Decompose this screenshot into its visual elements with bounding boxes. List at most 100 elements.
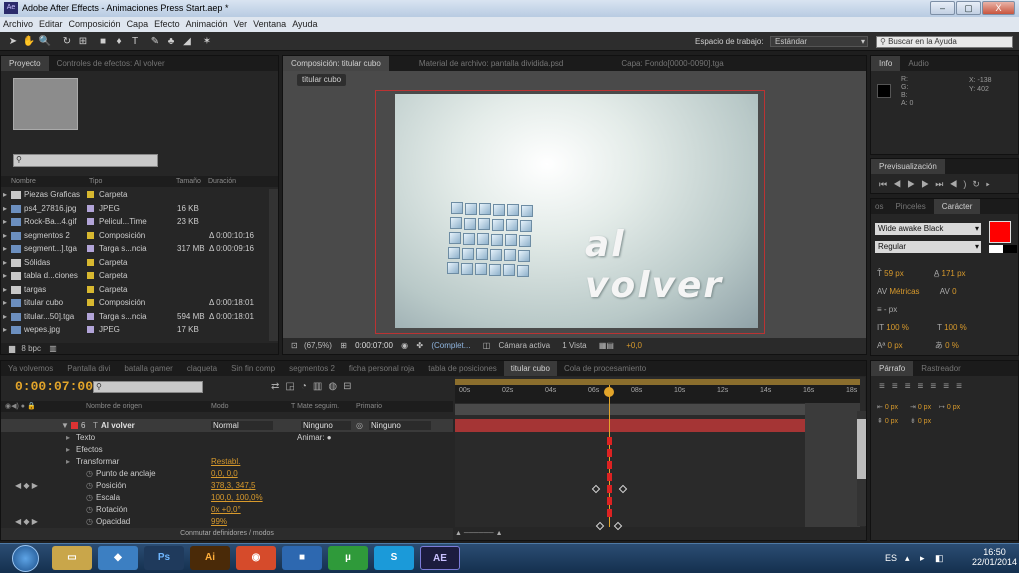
audio-icon[interactable]: ◀) (949, 179, 972, 189)
minimize-button[interactable]: – (930, 1, 955, 15)
expand-arrow-icon[interactable]: ▸ (3, 189, 7, 200)
project-item[interactable]: ▸ titular cubo Composición Δ 0:00:18:01 (1, 297, 269, 308)
property-row[interactable]: ◀ ◆ ▶ ◷ Posición 378,3, 347,5 (1, 480, 451, 492)
tab-material-pantalla-dividida[interactable]: Material de archivo: pantalla dividida.p… (389, 56, 572, 71)
explorer-taskbar-icon[interactable]: ▭ (52, 546, 92, 570)
property-row[interactable]: ◀ ◆ ▶ ◷ Opacidad 99% (1, 516, 451, 528)
project-item[interactable]: ▸ wepes.jpg JPEG 17 KB (1, 324, 269, 335)
timeline-graph[interactable]: 00s 02s 04s 06s 08s 10s 12s 14s 16s 18s (455, 377, 865, 531)
timeline-current-time[interactable]: 0:00:07:00 (15, 379, 93, 394)
trash-icon[interactable]: ▥ (43, 344, 57, 353)
project-scrollbar[interactable] (269, 189, 278, 341)
prev-frame-icon[interactable]: ◀ (893, 179, 907, 189)
align-left-icon[interactable]: ≡ (879, 381, 892, 392)
zoom-tool-icon[interactable]: 🔍 (38, 35, 52, 48)
baseline-value[interactable]: 0 px (888, 341, 903, 350)
menu-composicion[interactable]: Composición (66, 17, 124, 29)
animate-menu[interactable]: Animar: ● (297, 432, 332, 444)
label-color[interactable] (87, 312, 94, 320)
tracking-value[interactable]: 0 (952, 287, 956, 296)
expand-arrow-icon[interactable]: ▸ (3, 270, 7, 281)
label-color[interactable] (87, 204, 94, 212)
property-value[interactable]: Restabl. (211, 456, 240, 468)
col-tipo[interactable]: Tipo (89, 176, 102, 187)
menu-editar[interactable]: Editar (36, 17, 66, 29)
camera-select[interactable]: Cámara activa (492, 341, 550, 350)
tab-info[interactable]: Info (871, 56, 901, 71)
tab-capa-fondo[interactable]: Capa: Fondo[0000-0090].tga (571, 56, 731, 71)
tab-os[interactable]: os (871, 199, 887, 214)
first-line-value[interactable]: 0 px (947, 404, 960, 411)
media-taskbar-icon[interactable]: ◆ (98, 546, 138, 570)
tray-icons[interactable]: ▴ ▸ ◧ (905, 553, 948, 564)
timeline-tab[interactable]: ficha personal roja (342, 361, 421, 376)
last-frame-icon[interactable]: ⏭ (935, 179, 949, 189)
zoom-in-icon[interactable]: ▲ (496, 530, 503, 537)
project-item[interactable]: ▸ Sólidas Carpeta (1, 257, 269, 268)
menu-archivo[interactable]: Archivo (0, 17, 36, 29)
help-search-box[interactable]: ⚲ Buscar en la Ayuda (876, 36, 1013, 48)
menu-animacion[interactable]: Animación (183, 17, 231, 29)
eraser-tool-icon[interactable]: ◢ (180, 35, 194, 48)
tab-composicion-titular-cubo[interactable]: Composición: titular cubo (283, 56, 389, 71)
property-row[interactable]: ◷ Escala 100,0, 100,0% (1, 492, 451, 504)
opacity-keyframe-icon[interactable] (613, 521, 623, 531)
toggle-icon[interactable]: ⊡ (283, 341, 298, 350)
text-tool-icon[interactable]: T (128, 35, 142, 48)
justify-right-icon[interactable]: ≡ (943, 381, 956, 392)
grid-icon[interactable]: ⊞ (334, 341, 347, 350)
scroll-thumb[interactable] (857, 419, 866, 479)
timeline-zoom-slider[interactable]: ▲ ────── ▲ (455, 529, 575, 539)
col-mate[interactable]: T Mate seguim. (291, 401, 339, 412)
align-right-icon[interactable]: ≡ (905, 381, 918, 392)
layout-icon[interactable]: ▦▤ (589, 341, 614, 350)
resolution-select[interactable]: (Complet... (425, 341, 470, 350)
label-color[interactable] (87, 285, 94, 293)
font-family-select[interactable]: Wide awake Black ▾ (875, 223, 981, 235)
comp-mini-flowchart-icon[interactable]: ⇄ (271, 381, 285, 392)
project-item[interactable]: ▸ targas Carpeta (1, 284, 269, 295)
exposure-value[interactable]: +0,0 (616, 341, 642, 350)
timeline-search-input[interactable]: ⚲ (93, 381, 203, 393)
horizontal-scale-value[interactable]: 100 % (944, 323, 967, 332)
fill-color-swatch[interactable] (989, 221, 1011, 243)
project-item[interactable]: ▸ segmentos 2 Composición Δ 0:00:10:16 (1, 230, 269, 241)
label-color[interactable] (87, 326, 94, 333)
justify-left-icon[interactable]: ≡ (918, 381, 931, 392)
pickwhip-icon[interactable]: ◎ (356, 419, 363, 432)
expand-arrow-icon[interactable]: ▸ (3, 216, 7, 227)
expand-arrow-icon[interactable]: ▸ (3, 243, 7, 254)
tab-parrafo[interactable]: Párrafo (871, 361, 914, 376)
col-nombre-origen[interactable]: Nombre de origen (86, 401, 142, 412)
comp-subtab[interactable]: titular cubo (297, 74, 347, 86)
timeline-tab[interactable]: claqueta (180, 361, 224, 376)
project-item[interactable]: ▸ ps4_27816.jpg JPEG 16 KB (1, 203, 269, 214)
navigator-bar[interactable] (455, 404, 860, 415)
keyframe-nav-icon[interactable]: ◀ ◆ ▶ (15, 516, 38, 528)
project-search-input[interactable]: ⚲ (13, 154, 158, 167)
position-keyframe-icon[interactable] (591, 484, 601, 494)
timeline-tab[interactable]: Cola de procesamiento (557, 361, 653, 376)
layer-name[interactable]: Al volver (101, 419, 135, 432)
property-value[interactable]: 378,3, 347,5 (211, 480, 255, 492)
stopwatch-icon[interactable]: ◷ (86, 516, 93, 528)
roi-icon[interactable]: ◫ (473, 341, 491, 350)
timeline-tab[interactable]: tabla de posiciones (421, 361, 504, 376)
start-button-icon[interactable] (12, 545, 39, 572)
property-row[interactable]: ▸ Texto (1, 432, 451, 444)
expand-arrow-icon[interactable]: ▸ (66, 444, 70, 456)
menu-capa[interactable]: Capa (124, 17, 152, 29)
kerning-value[interactable]: Métricas (889, 287, 919, 296)
property-row[interactable]: ◷ Rotación 0x +0,0° (1, 504, 451, 516)
leading-value[interactable]: 171 px (942, 269, 966, 278)
label-color[interactable] (87, 272, 94, 279)
timeline-scrollbar[interactable] (857, 411, 866, 526)
timeline-tab[interactable]: Pantalla divi (60, 361, 117, 376)
current-time-display[interactable]: 0:00:07:00 (349, 341, 393, 350)
col-duracion[interactable]: Duración (208, 176, 236, 187)
font-style-select[interactable]: Regular ▾ (875, 241, 981, 253)
align-center-icon[interactable]: ≡ (892, 381, 905, 392)
timeline-tab[interactable]: batalla gamer (117, 361, 179, 376)
tab-caracter[interactable]: Carácter (933, 199, 981, 214)
menu-ayuda[interactable]: Ayuda (289, 17, 320, 29)
